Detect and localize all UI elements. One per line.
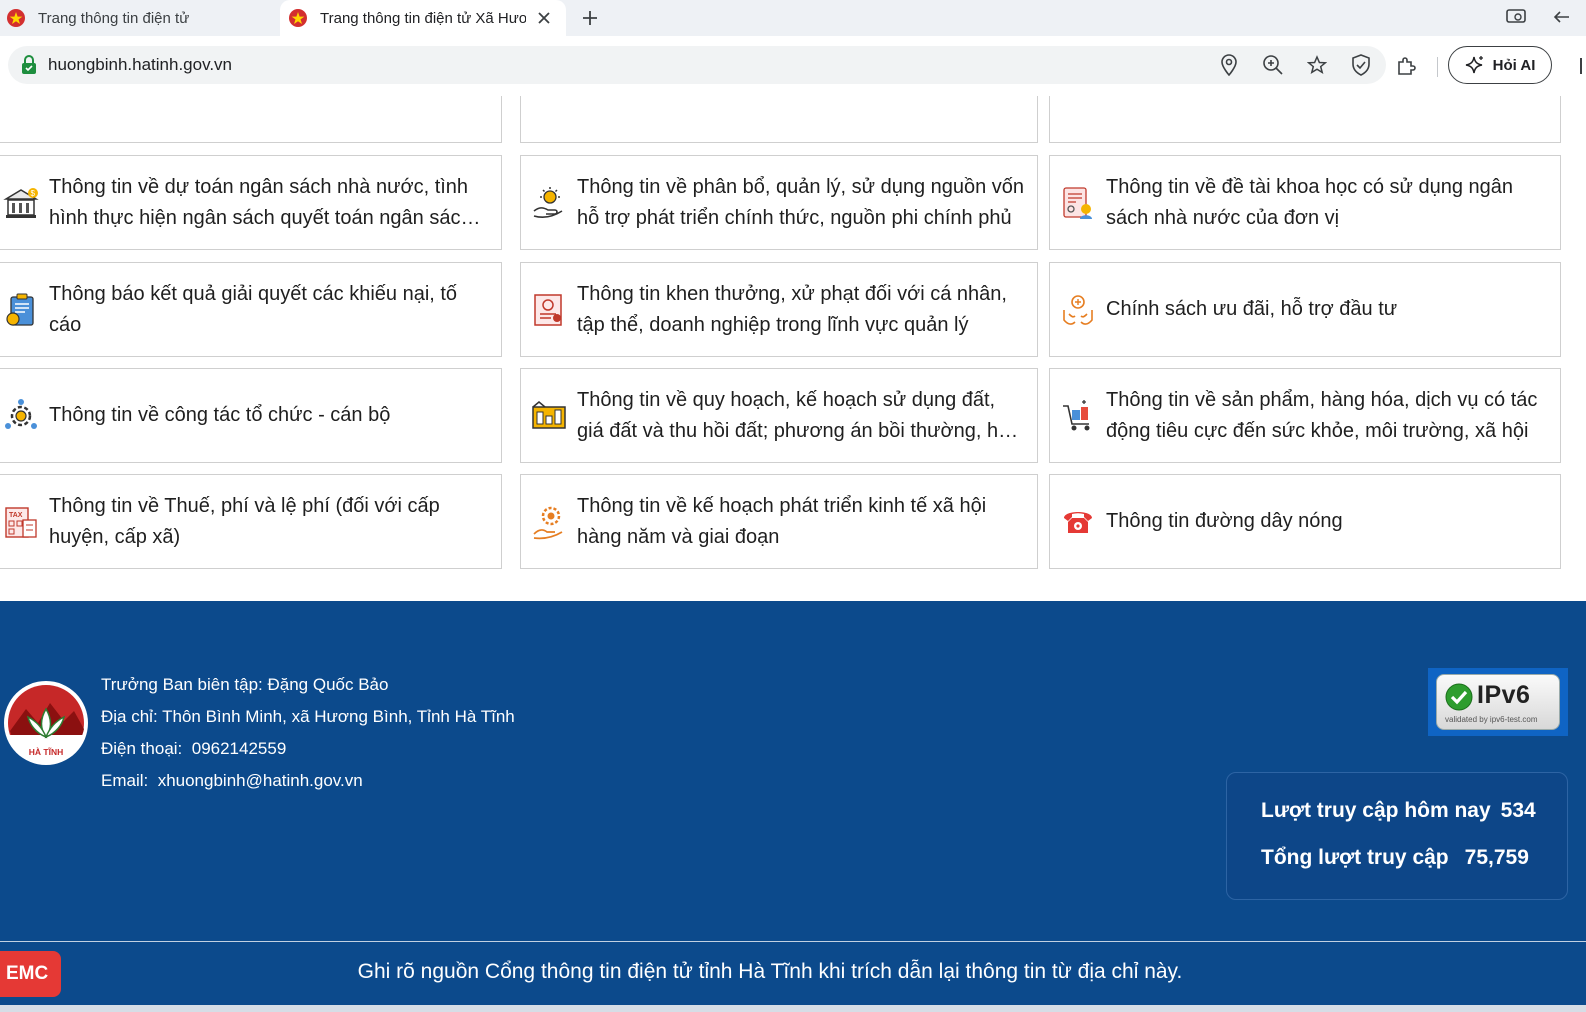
visit-stats: Lượt truy cập hôm nay 534 Tổng lượt truy …	[1226, 772, 1568, 900]
economic-development-icon	[529, 502, 569, 542]
card-text: Thông tin về Thuế, phí và lệ phí (đối vớ…	[49, 494, 440, 548]
card-text: Thông báo kết quả giải quyết các khiếu n…	[49, 282, 458, 336]
card-land-planning[interactable]: Thông tin về quy hoạch, kế hoạch sử dụng…	[520, 368, 1038, 463]
card-tax[interactable]: TAX Thông tin về Thuế, phí và lệ phí (đố…	[0, 474, 502, 569]
editor-name: Đặng Quốc Bảo	[267, 675, 389, 694]
card-text: Thông tin về dự toán ngân sách nhà nước,…	[49, 175, 472, 229]
card-products[interactable]: Thông tin về sản phẩm, hàng hóa, dịch vụ…	[1049, 368, 1561, 463]
phone-line: Điện thoại: 0962142559	[101, 733, 515, 765]
tab-strip: Trang thông tin điện tử Trang thông tin …	[0, 0, 1586, 36]
tax-calculator-icon: TAX	[1, 502, 41, 542]
toolbar-separator	[1437, 57, 1438, 77]
card-text: Thông tin đường dây nóng	[1106, 510, 1343, 532]
editor-line: Trưởng Ban biên tập: Đặng Quốc Bảo	[101, 669, 515, 701]
footer-divider	[0, 941, 1586, 942]
card-text: Thông tin khen thưởng, xử phạt đối với c…	[577, 282, 1007, 336]
phone-value: 0962142559	[191, 739, 287, 758]
complaint-clipboard-icon	[1, 290, 41, 330]
vietnam-emblem-icon	[7, 9, 25, 27]
land-planning-icon	[529, 396, 569, 436]
card-text: Thông tin về sản phẩm, hàng hóa, dịch vụ…	[1106, 388, 1538, 442]
editor-label: Trưởng Ban biên tập:	[101, 675, 263, 694]
search-tabs-icon[interactable]	[1503, 4, 1529, 30]
card-investment[interactable]: Chính sách ưu đãi, hỗ trợ đầu tư	[1049, 262, 1561, 357]
product-cart-icon	[1058, 396, 1098, 436]
zoom-icon[interactable]	[1258, 51, 1288, 79]
card-awards[interactable]: Thông tin khen thưởng, xử phạt đối với c…	[520, 262, 1038, 357]
card-text: Thông tin về quy hoạch, kế hoạch sử dụng…	[577, 388, 1010, 442]
svg-text:TAX: TAX	[9, 512, 23, 519]
star-icon[interactable]	[1302, 51, 1332, 79]
address-line: Địa chỉ: Thôn Bình Minh, xã Hương Bình, …	[101, 701, 515, 733]
ask-ai-button[interactable]: Hỏi AI	[1448, 46, 1552, 84]
site-footer: HÀ TĨNH Trưởng Ban biên tập: Đặng Quốc B…	[0, 601, 1586, 1012]
page-content: $ Thông tin về dự toán ngân sách nhà nướ…	[0, 96, 1586, 1012]
contact-info: Trưởng Ban biên tập: Đặng Quốc Bảo Địa c…	[101, 669, 515, 797]
phone-label: Điện thoại:	[101, 739, 183, 758]
card-partial[interactable]	[0, 96, 502, 143]
card-organization[interactable]: Thông tin về công tác tổ chức - cán bộ	[0, 368, 502, 463]
url-text[interactable]: huongbinh.hatinh.gov.vn	[48, 55, 232, 75]
address-value: Thôn Bình Minh, xã Hương Bình, Tỉnh Hà T…	[162, 707, 515, 726]
card-research[interactable]: Thông tin về đề tài khoa học có sử dụng …	[1049, 155, 1561, 250]
visits-today-label: Lượt truy cập hôm nay	[1261, 799, 1491, 822]
new-tab-button[interactable]	[576, 4, 604, 32]
budget-building-icon: $	[1, 183, 41, 223]
visits-total-value: 75,759	[1464, 846, 1529, 869]
email-label: Email:	[101, 771, 149, 790]
tab-title: Trang thông tin điện tử	[38, 9, 190, 27]
award-certificate-icon	[529, 290, 569, 330]
logo-text: HÀ TĨNH	[29, 747, 63, 757]
card-partial[interactable]	[1049, 96, 1561, 143]
vietnam-emblem-icon	[289, 9, 307, 27]
ipv6-label: IPv6	[1477, 681, 1531, 709]
research-document-icon	[1058, 183, 1098, 223]
card-economic-plan[interactable]: Thông tin về kế hoạch phát triển kinh tế…	[520, 474, 1038, 569]
card-text: Thông tin về kế hoạch phát triển kinh tế…	[577, 494, 987, 548]
ha-tinh-logo: HÀ TĨNH	[4, 681, 88, 765]
visits-total-label: Tổng lượt truy cập	[1261, 846, 1449, 869]
address-label: Địa chỉ:	[101, 707, 158, 726]
card-text: Thông tin về đề tài khoa học có sử dụng …	[1106, 175, 1514, 229]
ask-ai-label: Hỏi AI	[1492, 56, 1536, 74]
visits-today-value: 534	[1500, 799, 1536, 822]
sparkle-icon	[1465, 56, 1483, 74]
check-circle-icon	[1445, 683, 1473, 711]
card-complaints[interactable]: Thông báo kết quả giải quyết các khiếu n…	[0, 262, 502, 357]
tab-title: Trang thông tin điện tử Xã Hươ	[320, 9, 526, 27]
ipv6-sub: validated by ipv6-test.com	[1445, 715, 1538, 724]
shield-icon[interactable]	[1346, 51, 1376, 79]
tab-inactive[interactable]: Trang thông tin điện tử	[0, 0, 272, 36]
organization-gear-icon	[1, 396, 41, 436]
card-funding[interactable]: Thông tin về phân bổ, quản lý, sử dụng n…	[520, 155, 1038, 250]
back-arrow-icon[interactable]	[1548, 4, 1574, 30]
secure-lock-icon[interactable]	[18, 54, 40, 76]
tab-active[interactable]: Trang thông tin điện tử Xã Hươ	[280, 0, 566, 36]
card-hotline[interactable]: Thông tin đường dây nóng	[1049, 474, 1561, 569]
funding-hand-icon	[529, 183, 569, 223]
card-text: Thông tin về phân bổ, quản lý, sử dụng n…	[577, 175, 1025, 229]
ipv6-badge[interactable]: IPv6 validated by ipv6-test.com	[1428, 668, 1568, 736]
card-budget[interactable]: $ Thông tin về dự toán ngân sách nhà nướ…	[0, 155, 502, 250]
card-partial[interactable]	[520, 96, 1038, 143]
address-bar[interactable]: huongbinh.hatinh.gov.vn	[8, 46, 1386, 84]
copyright-text: Ghi rõ nguồn Cổng thông tin điện tử tỉnh…	[357, 960, 1183, 983]
side-panel-edge[interactable]	[1580, 58, 1582, 74]
location-icon[interactable]	[1214, 51, 1244, 79]
browser-toolbar: huongbinh.hatinh.gov.vn Hỏi AI	[0, 36, 1586, 96]
email-value[interactable]: xhuongbinh@hatinh.gov.vn	[158, 771, 363, 790]
visits-today: Lượt truy cập hôm nay 534	[1261, 799, 1536, 823]
extensions-icon[interactable]	[1392, 52, 1420, 80]
visits-total: Tổng lượt truy cập 75,759	[1261, 846, 1529, 870]
bottom-strip	[0, 1005, 1586, 1012]
card-text: Thông tin về công tác tổ chức - cán bộ	[49, 404, 391, 426]
hotline-phone-icon	[1058, 502, 1098, 542]
email-line: Email: xhuongbinh@hatinh.gov.vn	[101, 765, 515, 797]
close-icon[interactable]	[532, 6, 556, 30]
card-text: Chính sách ưu đãi, hỗ trợ đầu tư	[1106, 298, 1398, 320]
investment-hands-icon	[1058, 290, 1098, 330]
svg-text:$: $	[31, 189, 36, 198]
